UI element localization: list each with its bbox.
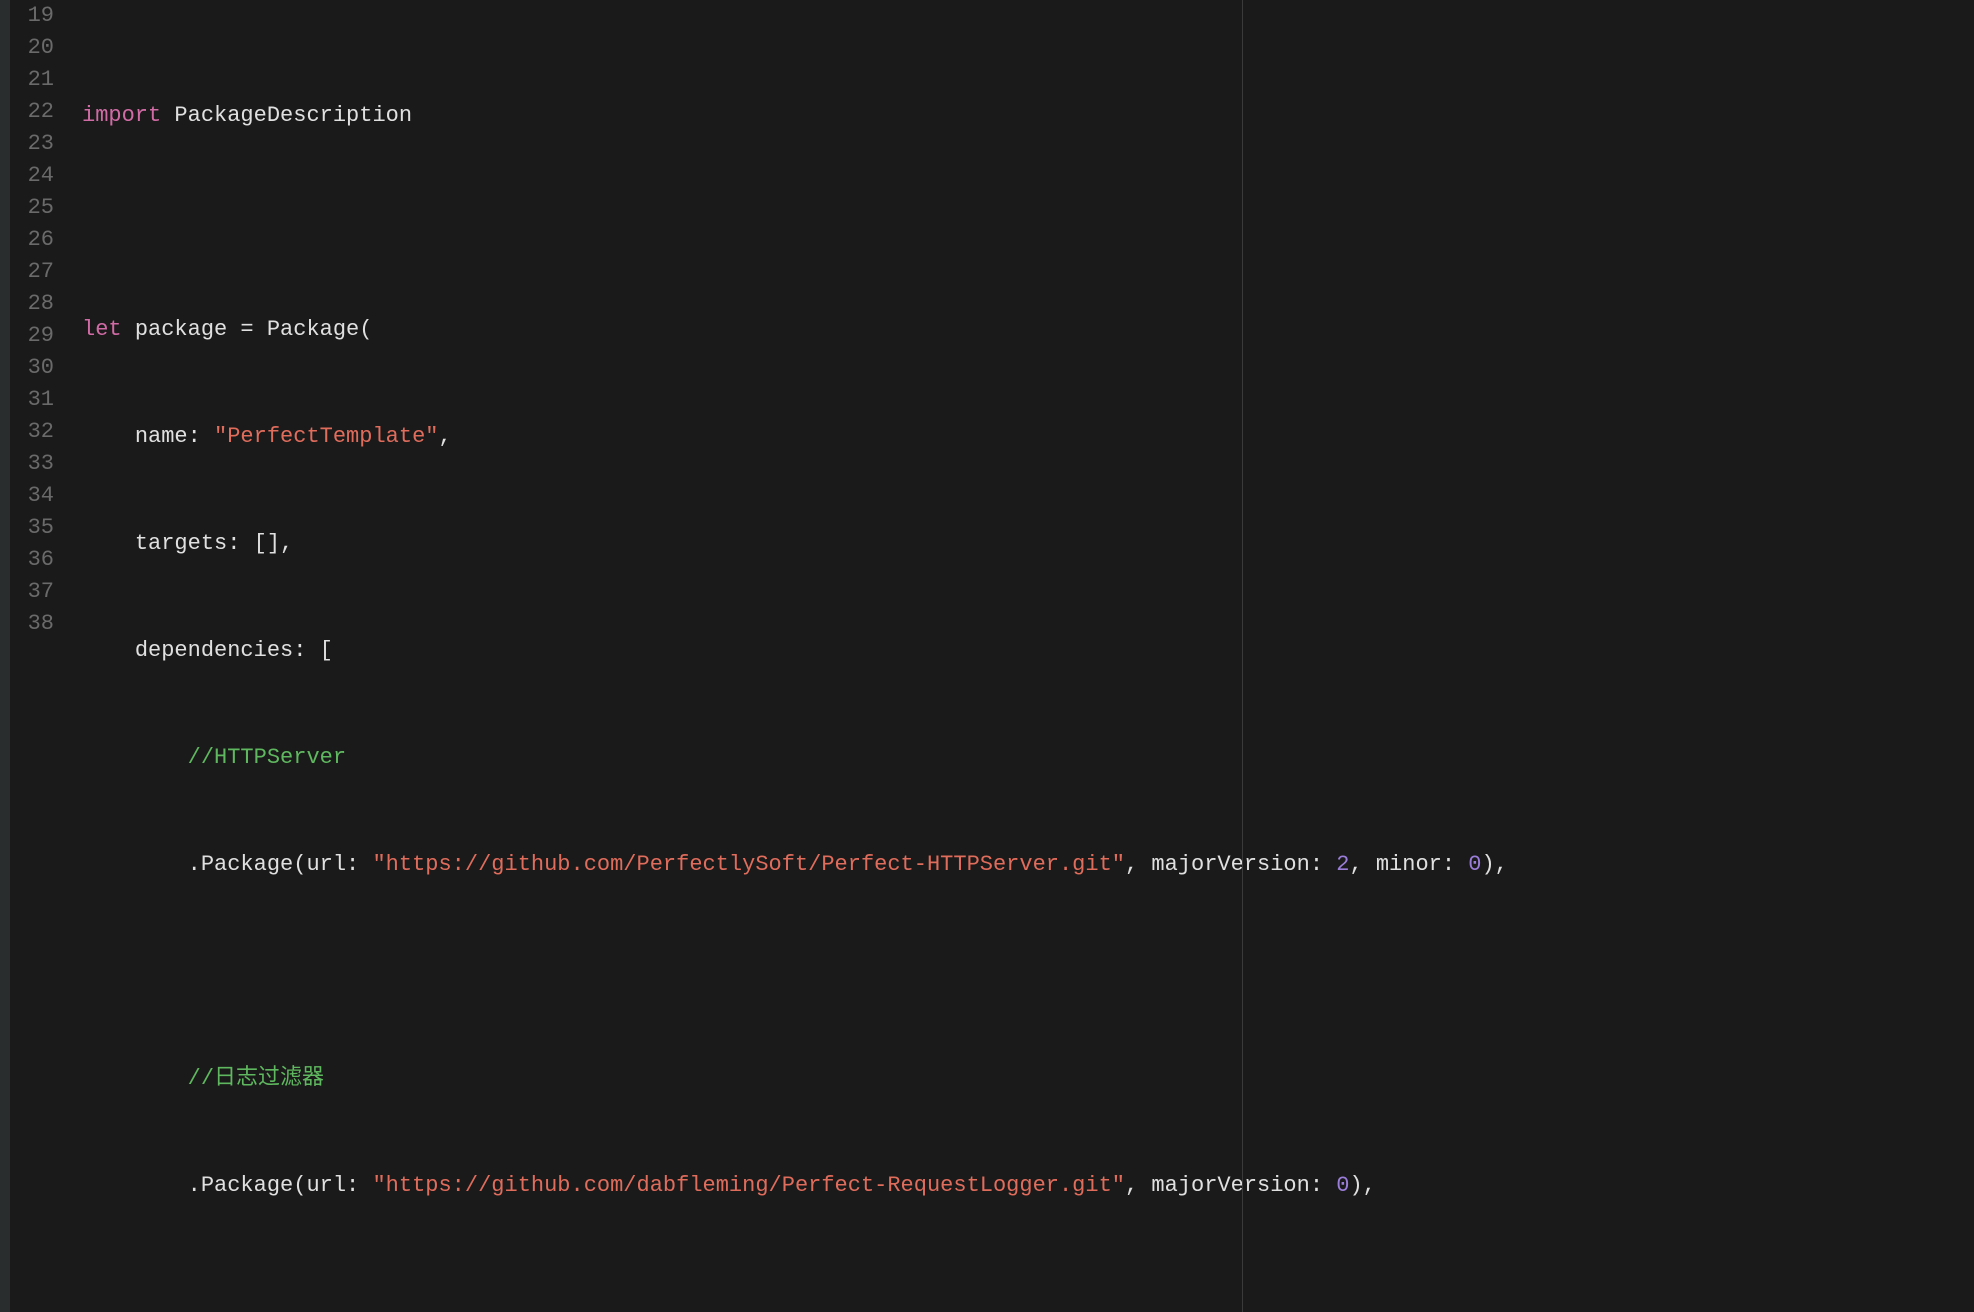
code-line[interactable]: .Package(url: "https://github.com/Perfec… xyxy=(66,849,1974,881)
code-text: , minor: xyxy=(1349,852,1455,877)
string-literal: "https://github.com/PerfectlySoft/Perfec… xyxy=(372,852,1125,877)
line-number: 24 xyxy=(10,160,54,192)
line-number: 31 xyxy=(10,384,54,416)
code-line[interactable]: let package = Package( xyxy=(66,314,1974,346)
param-label: name: xyxy=(135,424,201,449)
line-number: 23 xyxy=(10,128,54,160)
line-number: 33 xyxy=(10,448,54,480)
line-number: 30 xyxy=(10,352,54,384)
line-number: 22 xyxy=(10,96,54,128)
code-text: , majorVersion: xyxy=(1125,1173,1323,1198)
code-text: targets: [], xyxy=(135,531,293,556)
line-number-gutter[interactable]: 19 20 21 22 23 24 25 26 27 28 29 30 31 3… xyxy=(10,0,66,1312)
code-line[interactable]: targets: [], xyxy=(66,528,1974,560)
code-line[interactable]: //HTTPServer xyxy=(66,742,1974,774)
string-literal: "PerfectTemplate" xyxy=(214,424,438,449)
line-number: 20 xyxy=(10,32,54,64)
keyword-let: let xyxy=(82,317,122,342)
code-line[interactable]: //日志过滤器 xyxy=(66,1063,1974,1095)
number-literal: 0 xyxy=(1336,1173,1349,1198)
line-number: 19 xyxy=(10,0,54,32)
code-line[interactable] xyxy=(66,207,1974,239)
comment: //日志过滤器 xyxy=(188,1066,324,1091)
line-number: 32 xyxy=(10,416,54,448)
code-editor[interactable]: import PackageDescription let package = … xyxy=(66,0,1974,1312)
line-number: 36 xyxy=(10,544,54,576)
module-name: PackageDescription xyxy=(174,103,412,128)
line-number: 37 xyxy=(10,576,54,608)
code-line[interactable]: import PackageDescription xyxy=(66,100,1974,132)
number-literal: 2 xyxy=(1336,852,1349,877)
punct: ), xyxy=(1481,852,1507,877)
code-line[interactable]: dependencies: [ xyxy=(66,635,1974,667)
code-text: .Package(url: xyxy=(188,1173,360,1198)
line-number: 38 xyxy=(10,608,54,640)
comment: //HTTPServer xyxy=(188,745,346,770)
code-text: dependencies: [ xyxy=(135,638,333,663)
line-number: 26 xyxy=(10,224,54,256)
code-text: package = Package( xyxy=(135,317,373,342)
editor-left-strip xyxy=(0,0,10,1312)
line-number: 34 xyxy=(10,480,54,512)
line-number: 28 xyxy=(10,288,54,320)
code-line[interactable]: .Package(url: "https://github.com/dabfle… xyxy=(66,1170,1974,1202)
code-line[interactable] xyxy=(66,956,1974,988)
punct: ), xyxy=(1349,1173,1375,1198)
code-line[interactable] xyxy=(66,1277,1974,1309)
code-line[interactable]: name: "PerfectTemplate", xyxy=(66,421,1974,453)
punct: , xyxy=(438,424,451,449)
line-number: 25 xyxy=(10,192,54,224)
code-text: .Package(url: xyxy=(188,852,360,877)
string-literal: "https://github.com/dabfleming/Perfect-R… xyxy=(372,1173,1125,1198)
line-number: 29 xyxy=(10,320,54,352)
code-text: , majorVersion: xyxy=(1125,852,1323,877)
number-literal: 0 xyxy=(1468,852,1481,877)
keyword-import: import xyxy=(82,103,161,128)
line-number: 27 xyxy=(10,256,54,288)
line-number: 21 xyxy=(10,64,54,96)
line-number: 35 xyxy=(10,512,54,544)
